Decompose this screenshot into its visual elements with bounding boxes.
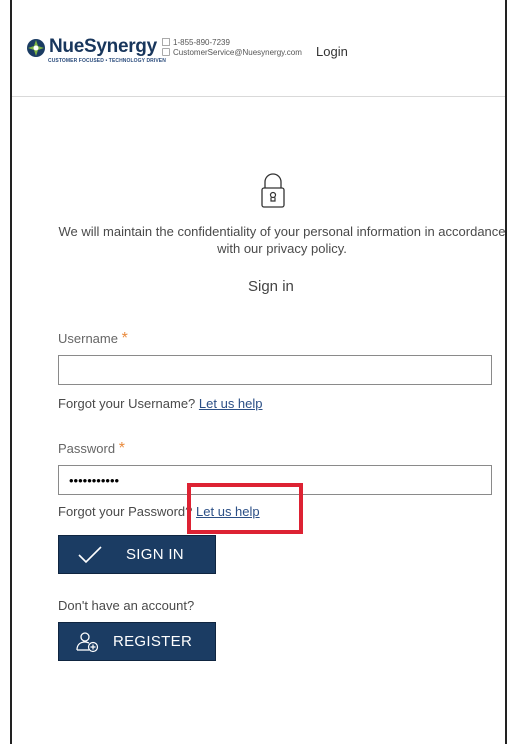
password-label: Password *: [58, 440, 125, 458]
phone-icon: [162, 38, 170, 46]
header: NueSynergy CUSTOMER FOCUSED • TECHNOLOGY…: [12, 0, 505, 97]
mail-icon: [162, 48, 170, 56]
page-title: Sign in: [248, 278, 294, 295]
register-button[interactable]: REGISTER: [58, 622, 216, 661]
lock-icon: [261, 173, 285, 208]
password-label-text: Password: [58, 441, 116, 456]
brand-tagline: CUSTOMER FOCUSED • TECHNOLOGY DRIVEN: [48, 58, 166, 64]
no-account-text: Don't have an account?: [58, 598, 195, 613]
username-label-text: Username: [58, 331, 118, 346]
forgot-username: Forgot your Username? Let us help: [58, 396, 263, 411]
contact-info: 1-855-890-7239 CustomerService@Nuesynerg…: [162, 38, 302, 58]
checkmark-icon: [78, 545, 102, 563]
annotation-highlight-box: [187, 483, 303, 534]
username-label: Username *: [58, 330, 128, 348]
forgot-password-text: Forgot your Password?: [58, 504, 193, 519]
login-link[interactable]: Login: [316, 44, 348, 59]
support-email: CustomerService@Nuesynergy.com: [173, 48, 302, 57]
forgot-username-link[interactable]: Let us help: [199, 396, 263, 411]
page-frame: NueSynergy CUSTOMER FOCUSED • TECHNOLOGY…: [10, 0, 507, 744]
brand-name: NueSynergy: [49, 36, 157, 57]
sign-in-label: SIGN IN: [126, 546, 184, 563]
required-marker: *: [118, 440, 125, 457]
required-marker: *: [121, 330, 128, 347]
username-input[interactable]: [58, 355, 492, 385]
register-label: REGISTER: [113, 633, 193, 650]
forgot-username-text: Forgot your Username?: [58, 396, 196, 411]
add-user-icon: [76, 631, 99, 652]
phone-number: 1-855-890-7239: [173, 38, 230, 47]
nuesynergy-logo-icon: [27, 39, 45, 57]
sign-in-button[interactable]: SIGN IN: [58, 535, 216, 574]
privacy-notice: We will maintain the confidentiality of …: [58, 224, 506, 256]
